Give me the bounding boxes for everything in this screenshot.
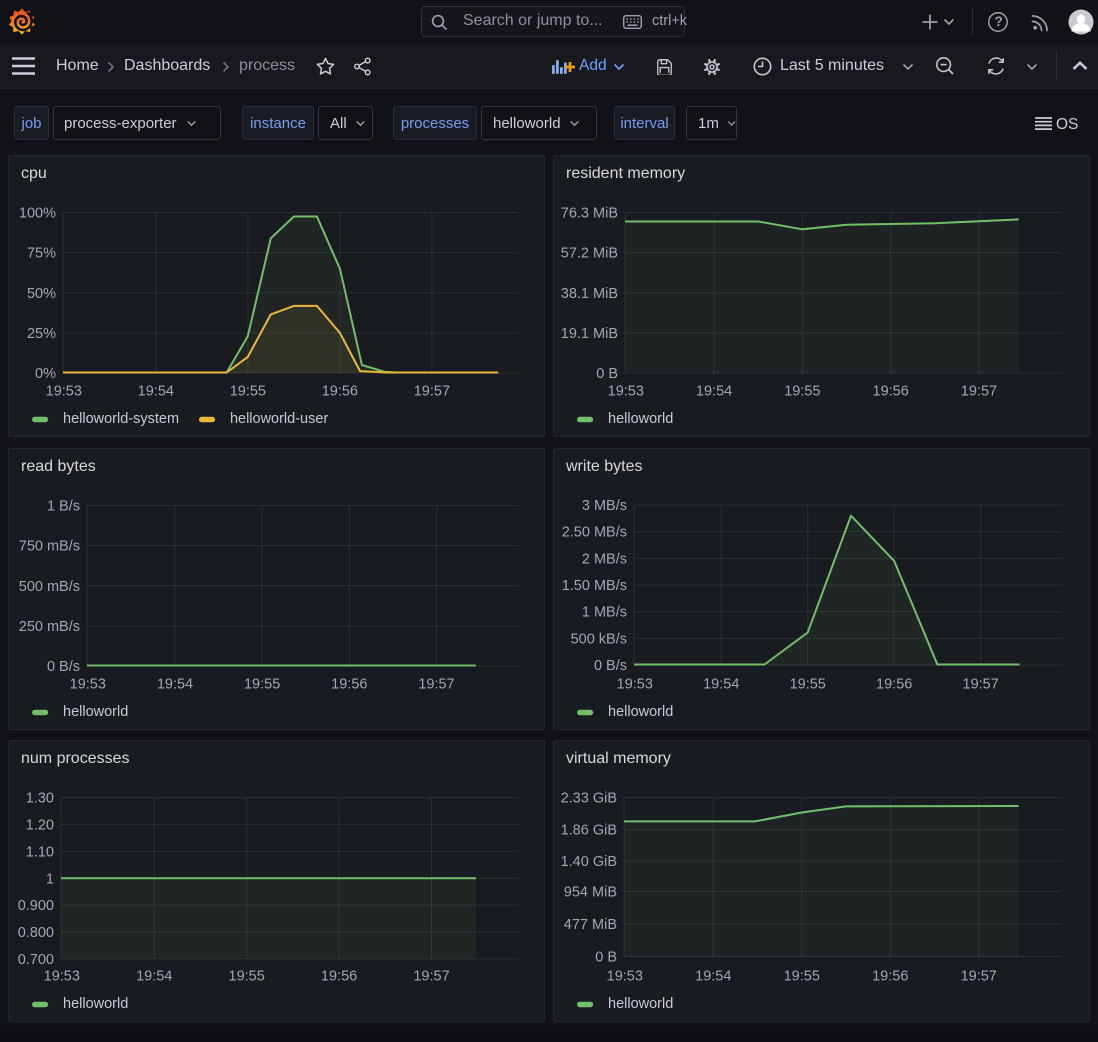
- svg-text:helloworld: helloworld: [608, 411, 673, 427]
- svg-text:19.1 MiB: 19.1 MiB: [561, 326, 618, 342]
- svg-text:19:54: 19:54: [157, 676, 193, 692]
- svg-text:1.40 GiB: 1.40 GiB: [561, 854, 617, 870]
- svg-text:helloworld-user: helloworld-user: [230, 411, 328, 427]
- svg-text:0.800: 0.800: [18, 925, 54, 941]
- svg-text:helloworld-system: helloworld-system: [63, 411, 179, 427]
- svg-text:0 B/s: 0 B/s: [594, 658, 627, 674]
- svg-text:19:57: 19:57: [963, 676, 999, 692]
- svg-text:1.20: 1.20: [26, 817, 54, 833]
- svg-text:1.10: 1.10: [26, 844, 54, 860]
- svg-text:19:53: 19:53: [608, 384, 644, 400]
- svg-text:0 B/s: 0 B/s: [47, 659, 80, 675]
- svg-text:19:55: 19:55: [790, 676, 826, 692]
- svg-text:750 mB/s: 750 mB/s: [19, 538, 80, 554]
- svg-text:helloworld: helloworld: [608, 996, 673, 1012]
- svg-text:19:56: 19:56: [322, 384, 358, 400]
- svg-text:19:56: 19:56: [331, 676, 367, 692]
- svg-text:19:56: 19:56: [876, 676, 912, 692]
- svg-text:19:56: 19:56: [873, 384, 909, 400]
- svg-text:19:55: 19:55: [230, 384, 266, 400]
- svg-text:19:56: 19:56: [321, 969, 357, 985]
- svg-text:1 B/s: 1 B/s: [47, 498, 80, 514]
- svg-text:helloworld: helloworld: [63, 996, 128, 1012]
- svg-text:477 MiB: 477 MiB: [564, 917, 617, 933]
- svg-text:250 mB/s: 250 mB/s: [19, 618, 80, 634]
- svg-text:19:55: 19:55: [784, 384, 820, 400]
- svg-text:0%: 0%: [35, 366, 56, 382]
- svg-text:57.2 MiB: 57.2 MiB: [561, 246, 618, 262]
- svg-text:19:55: 19:55: [229, 969, 265, 985]
- svg-text:19:54: 19:54: [695, 969, 731, 985]
- svg-text:19:55: 19:55: [244, 676, 280, 692]
- svg-text:19:54: 19:54: [136, 969, 172, 985]
- svg-text:19:53: 19:53: [46, 384, 82, 400]
- svg-text:19:56: 19:56: [872, 969, 908, 985]
- svg-text:25%: 25%: [27, 326, 56, 342]
- svg-text:19:53: 19:53: [44, 969, 80, 985]
- svg-text:50%: 50%: [27, 286, 56, 302]
- svg-text:19:57: 19:57: [961, 969, 997, 985]
- svg-text:3 MB/s: 3 MB/s: [582, 498, 627, 514]
- svg-text:1.30: 1.30: [26, 791, 54, 807]
- svg-text:500 mB/s: 500 mB/s: [19, 578, 80, 594]
- svg-text:1: 1: [46, 871, 54, 887]
- svg-text:2.50 MB/s: 2.50 MB/s: [562, 524, 627, 540]
- svg-text:1 MB/s: 1 MB/s: [582, 604, 627, 620]
- svg-text:19:54: 19:54: [703, 676, 739, 692]
- svg-text:100%: 100%: [19, 206, 56, 222]
- svg-text:19:57: 19:57: [413, 969, 449, 985]
- svg-text:19:57: 19:57: [961, 384, 997, 400]
- svg-text:19:57: 19:57: [418, 676, 454, 692]
- svg-text:2.33 GiB: 2.33 GiB: [561, 791, 617, 807]
- svg-text:1.86 GiB: 1.86 GiB: [561, 823, 617, 839]
- svg-text:0 B: 0 B: [596, 366, 618, 382]
- svg-text:75%: 75%: [27, 246, 56, 262]
- svg-text:19:53: 19:53: [70, 676, 106, 692]
- svg-text:38.1 MiB: 38.1 MiB: [561, 286, 618, 302]
- svg-text:0.700: 0.700: [18, 952, 54, 968]
- svg-text:1.50 MB/s: 1.50 MB/s: [562, 578, 627, 594]
- svg-text:19:55: 19:55: [784, 969, 820, 985]
- svg-text:19:54: 19:54: [696, 384, 732, 400]
- svg-text:0 B: 0 B: [595, 950, 617, 966]
- svg-text:76.3 MiB: 76.3 MiB: [561, 206, 618, 222]
- svg-text:19:53: 19:53: [607, 969, 643, 985]
- svg-text:19:54: 19:54: [138, 384, 174, 400]
- svg-text:helloworld: helloworld: [608, 704, 673, 720]
- svg-text:19:57: 19:57: [414, 384, 450, 400]
- svg-text:19:53: 19:53: [617, 676, 653, 692]
- svg-text:0.900: 0.900: [18, 898, 54, 914]
- svg-text:500 kB/s: 500 kB/s: [571, 631, 627, 647]
- svg-text:954 MiB: 954 MiB: [564, 884, 617, 900]
- svg-text:2 MB/s: 2 MB/s: [582, 551, 627, 567]
- svg-text:helloworld: helloworld: [63, 704, 128, 720]
